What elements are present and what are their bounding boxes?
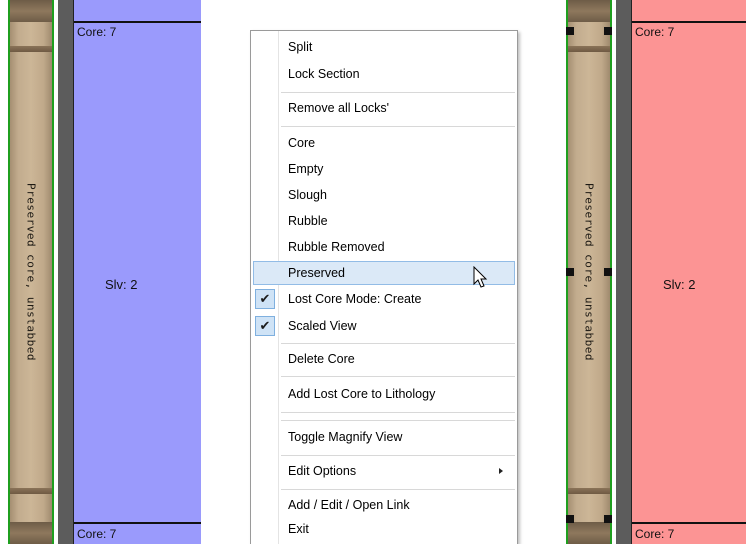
left-section-bottom-line	[74, 522, 201, 524]
menu-item-label: Split	[288, 40, 313, 54]
menu-item-label: Add Lost Core to Lithology	[288, 387, 436, 401]
left-section-label: Slv: 2	[105, 277, 138, 292]
right-core-bottom-cap	[568, 522, 610, 544]
left-section-top-line	[74, 21, 201, 23]
menu-item-exit[interactable]: Exit	[253, 517, 515, 541]
menu-item-delete-core[interactable]: Delete Core	[253, 347, 515, 371]
menu-item-edit-options[interactable]: Edit Options	[253, 459, 515, 483]
menu-item-add-lost-core[interactable]: Add Lost Core to Lithology	[253, 382, 515, 406]
right-gray-divider	[616, 0, 631, 544]
menu-item-label: Scaled View	[288, 319, 357, 333]
menu-item-slough[interactable]: Slough	[253, 183, 515, 207]
left-core-bottom-label: Core: 7	[77, 527, 117, 541]
menu-item-label: Exit	[288, 522, 309, 536]
left-core-image[interactable]: Preserved core, unstabbed	[8, 0, 54, 544]
right-core-top-label: Core: 7	[635, 25, 675, 39]
left-core-strip-label: Preserved core, unstabbed	[24, 182, 38, 362]
menu-item-label: Delete Core	[288, 352, 355, 366]
menu-separator	[281, 489, 515, 490]
check-icon: ✔	[255, 316, 275, 336]
menu-separator	[281, 412, 515, 413]
lock-handle[interactable]	[604, 268, 612, 276]
menu-item-scaled-view[interactable]: ✔ Scaled View	[253, 314, 515, 338]
right-section-label: Slv: 2	[663, 277, 696, 292]
left-core-bottom-cap	[10, 522, 52, 544]
left-gray-divider	[58, 0, 73, 544]
menu-item-label: Empty	[288, 162, 324, 176]
right-section-bottom-line	[632, 522, 746, 524]
right-section-top-line	[632, 21, 746, 23]
submenu-arrow-icon	[499, 468, 503, 474]
menu-item-rubble-removed[interactable]: Rubble Removed	[253, 235, 515, 259]
menu-item-lock-section[interactable]: Lock Section	[253, 62, 515, 86]
menu-separator	[281, 92, 515, 93]
menu-item-label: Add / Edit / Open Link	[288, 498, 410, 512]
lock-handle[interactable]	[566, 515, 574, 523]
menu-separator	[281, 126, 515, 127]
menu-item-label: Remove all Locks'	[288, 101, 390, 115]
menu-item-toggle-magnify[interactable]: Toggle Magnify View	[253, 425, 515, 449]
right-core-strip-label: Preserved core, unstabbed	[582, 182, 596, 362]
lock-handle[interactable]	[566, 268, 574, 276]
menu-item-label: Preserved	[288, 266, 345, 280]
menu-item-remove-all-locks[interactable]: Remove all Locks'	[253, 96, 515, 120]
left-core-top-label: Core: 7	[77, 25, 117, 39]
menu-item-split[interactable]: Split	[253, 35, 515, 59]
left-core-band	[10, 488, 52, 494]
lock-handle[interactable]	[604, 27, 612, 35]
menu-item-lost-core-mode[interactable]: ✔ Lost Core Mode: Create	[253, 287, 515, 311]
menu-item-label: Lock Section	[288, 67, 360, 81]
right-core-top-cap	[568, 0, 610, 22]
menu-item-label: Slough	[288, 188, 327, 202]
right-core-section[interactable]: Core: 7 Slv: 2 Core: 7	[631, 0, 746, 544]
menu-separator	[281, 455, 515, 456]
lock-handle[interactable]	[604, 515, 612, 523]
menu-separator	[281, 343, 515, 344]
menu-item-label: Rubble	[288, 214, 328, 228]
left-core-section[interactable]: Core: 7 Slv: 2 Core: 7	[73, 0, 201, 544]
menu-item-rubble[interactable]: Rubble	[253, 209, 515, 233]
left-core-band	[10, 46, 52, 52]
menu-item-label: Core	[288, 136, 316, 150]
menu-item-add-edit-open-link[interactable]: Add / Edit / Open Link	[253, 493, 515, 517]
right-core-band	[568, 488, 610, 494]
menu-item-label: Edit Options	[288, 464, 357, 478]
menu-item-empty[interactable]: Empty	[253, 157, 515, 181]
lock-handle[interactable]	[566, 27, 574, 35]
menu-separator	[281, 376, 515, 377]
mouse-pointer-icon	[473, 266, 488, 288]
check-icon: ✔	[255, 289, 275, 309]
menu-item-core[interactable]: Core	[253, 131, 515, 155]
menu-item-label: Toggle Magnify View	[288, 430, 403, 444]
left-core-top-cap	[10, 0, 52, 22]
menu-item-label: Lost Core Mode: Create	[288, 292, 422, 306]
right-core-bottom-label: Core: 7	[635, 527, 675, 541]
menu-item-label: Rubble Removed	[288, 240, 385, 254]
menu-separator	[281, 420, 515, 421]
right-core-band	[568, 46, 610, 52]
